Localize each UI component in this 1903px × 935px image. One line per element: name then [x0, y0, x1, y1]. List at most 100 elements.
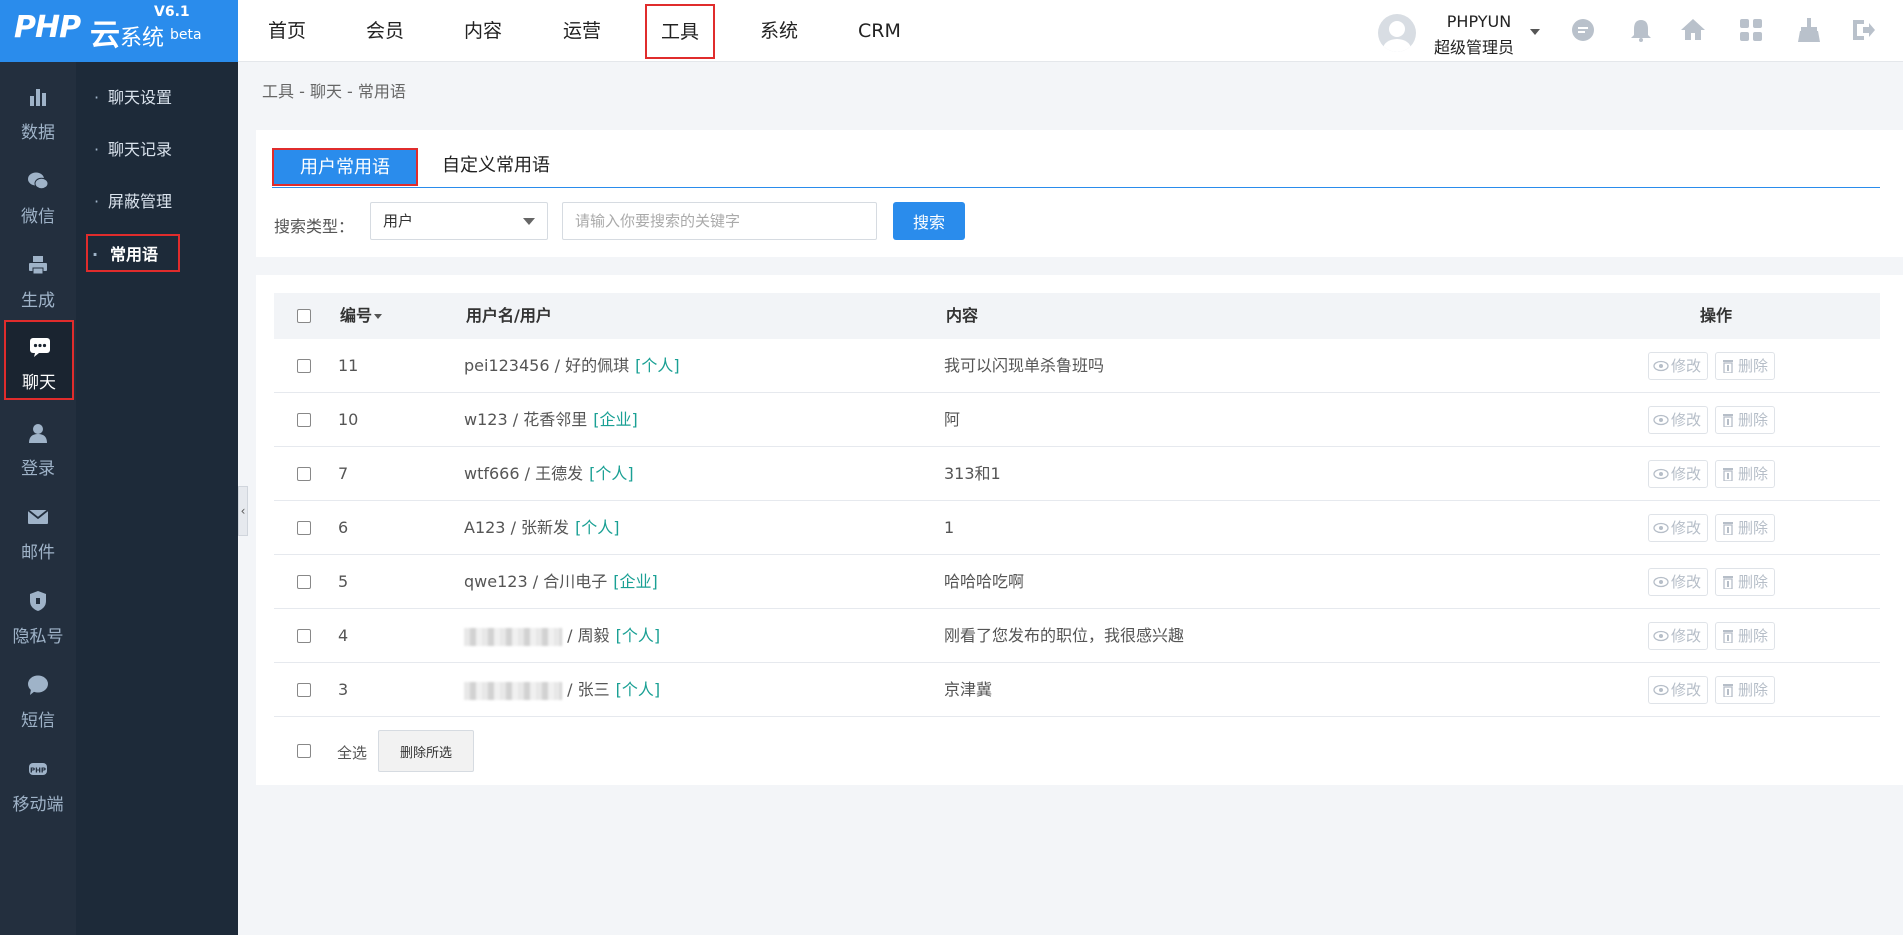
row-user-type-tag[interactable]: [个人] [616, 680, 661, 699]
broom-icon[interactable] [1796, 17, 1822, 43]
row-content: 哈哈哈吃啊 [944, 572, 1025, 591]
sidebar-item-mobile[interactable]: PHP 移动端 [0, 744, 76, 824]
row-user-type-tag[interactable]: [企业] [613, 572, 658, 591]
search-button[interactable]: 搜索 [893, 202, 965, 240]
delete-button[interactable]: 删除 [1715, 622, 1776, 650]
sidebar-item-privacy[interactable]: 隐私号 [0, 576, 76, 656]
sidebar-item-label: 微信 [21, 207, 55, 227]
nav-system[interactable]: 系统 [760, 0, 798, 62]
logo-php: PHP [14, 10, 81, 45]
chat-icon[interactable] [1570, 17, 1596, 43]
logo-version: V6.1 [154, 4, 190, 20]
select-all-checkbox[interactable] [297, 744, 311, 758]
row-user-type-tag[interactable]: [个人] [575, 518, 620, 537]
row-user-name: 合川电子 [543, 572, 608, 591]
row-checkbox[interactable] [297, 467, 311, 481]
edit-button[interactable]: 修改 [1648, 622, 1709, 650]
delete-button[interactable]: 删除 [1715, 676, 1776, 704]
row-checkbox[interactable] [297, 521, 311, 535]
delete-button[interactable]: 删除 [1715, 406, 1776, 434]
tab-user-phrases[interactable]: 用户常用语 [272, 148, 418, 186]
submenu-item-chat-records[interactable]: 聊天记录 [90, 131, 220, 169]
sidebar-item-chat[interactable]: 聊天 [4, 320, 74, 400]
trash-icon [1723, 522, 1733, 535]
column-header-id[interactable]: 编号 [340, 293, 383, 339]
edit-button[interactable]: 修改 [1648, 676, 1709, 704]
row-id: 6 [338, 518, 349, 537]
search-input[interactable] [562, 202, 877, 240]
home-icon[interactable] [1680, 17, 1706, 43]
row-content: 313和1 [944, 464, 1001, 483]
row-user-name: 张三 [577, 680, 610, 699]
nav-crm[interactable]: CRM [858, 0, 901, 62]
select-all-header-checkbox[interactable] [297, 309, 311, 323]
row-user: pei123456 / 好的佩琪 [个人] [464, 356, 680, 375]
row-checkbox[interactable] [297, 575, 311, 589]
sidebar-item-wechat[interactable]: 微信 [0, 156, 76, 236]
row-user-type-tag[interactable]: [个人] [635, 356, 680, 375]
nav-home[interactable]: 首页 [268, 0, 306, 62]
edit-button[interactable]: 修改 [1648, 460, 1709, 488]
logo-beta: beta [170, 27, 202, 43]
redacted-username [464, 681, 562, 700]
sidebar-item-login[interactable]: 登录 [0, 408, 76, 488]
row-user-type-tag[interactable]: [个人] [589, 464, 634, 483]
brand-logo[interactable]: PHP 云 系统 V6.1 beta [0, 0, 238, 62]
delete-button[interactable]: 删除 [1715, 514, 1776, 542]
row-user-type-tag[interactable]: [企业] [593, 410, 638, 429]
chevron-down-icon[interactable] [1530, 29, 1540, 35]
bar-chart-icon [30, 89, 46, 106]
row-id: 5 [338, 572, 349, 591]
eye-icon [1653, 360, 1669, 372]
nav-operations[interactable]: 运营 [563, 0, 601, 62]
delete-button[interactable]: 删除 [1715, 568, 1776, 596]
delete-selected-button[interactable]: 删除所选 [378, 730, 474, 772]
collapse-sidebar-handle[interactable]: ‹ [238, 486, 248, 536]
delete-label: 删除 [1738, 519, 1769, 537]
nav-members[interactable]: 会员 [366, 0, 404, 62]
tab-custom-phrases[interactable]: 自定义常用语 [442, 148, 550, 186]
row-id: 10 [338, 410, 359, 429]
delete-button[interactable]: 删除 [1715, 460, 1776, 488]
search-type-select[interactable]: 用户 [370, 202, 548, 240]
edit-button[interactable]: 修改 [1648, 514, 1709, 542]
row-checkbox[interactable] [297, 683, 311, 697]
sidebar-item-mail[interactable]: 邮件 [0, 492, 76, 572]
row-user: / 张三 [个人] [464, 663, 660, 717]
user-name: PHPYUN [1446, 12, 1512, 31]
submenu-item-common-phrases[interactable]: 常用语 [86, 234, 180, 274]
table-row: 5 qwe123 / 合川电子 [企业] 哈哈哈吃啊 修改 删除 [274, 555, 1880, 609]
row-checkbox[interactable] [297, 629, 311, 643]
row-checkbox[interactable] [297, 359, 311, 373]
grid-apps-icon[interactable] [1738, 17, 1764, 43]
column-header-id-label: 编号 [340, 306, 373, 325]
sidebar-item-sms[interactable]: 短信 [0, 660, 76, 740]
bell-icon[interactable] [1628, 17, 1654, 43]
row-checkbox[interactable] [297, 413, 311, 427]
nav-tools[interactable]: 工具 [645, 4, 716, 59]
row-id: 3 [338, 680, 349, 699]
trash-icon [1723, 630, 1733, 643]
logout-icon[interactable] [1850, 17, 1876, 43]
sidebar-item-data[interactable]: 数据 [0, 72, 76, 152]
edit-button[interactable]: 修改 [1648, 406, 1709, 434]
submenu-item-chat-settings[interactable]: 聊天设置 [90, 79, 220, 117]
sidebar-item-generate[interactable]: 生成 [0, 240, 76, 320]
sidebar-item-label: 邮件 [21, 543, 55, 563]
submenu-item-block-management[interactable]: 屏蔽管理 [90, 183, 220, 221]
row-user-name: 张新发 [521, 518, 570, 537]
row-username: qwe123 [464, 572, 528, 591]
tab-bar: 用户常用语 自定义常用语 [272, 148, 1880, 188]
sidebar-item-label: 移动端 [12, 795, 64, 815]
table-row: 10 w123 / 花香邻里 [企业] 阿修改 删除 [274, 393, 1880, 447]
mail-icon [27, 509, 49, 524]
avatar[interactable] [1378, 14, 1416, 52]
nav-content[interactable]: 内容 [464, 0, 502, 62]
shield-icon [30, 591, 46, 611]
sort-desc-icon[interactable] [374, 314, 383, 319]
edit-button[interactable]: 修改 [1648, 568, 1709, 596]
delete-button[interactable]: 删除 [1715, 352, 1776, 380]
edit-label: 修改 [1671, 681, 1702, 699]
edit-button[interactable]: 修改 [1648, 352, 1709, 380]
row-user-type-tag[interactable]: [个人] [616, 626, 661, 645]
